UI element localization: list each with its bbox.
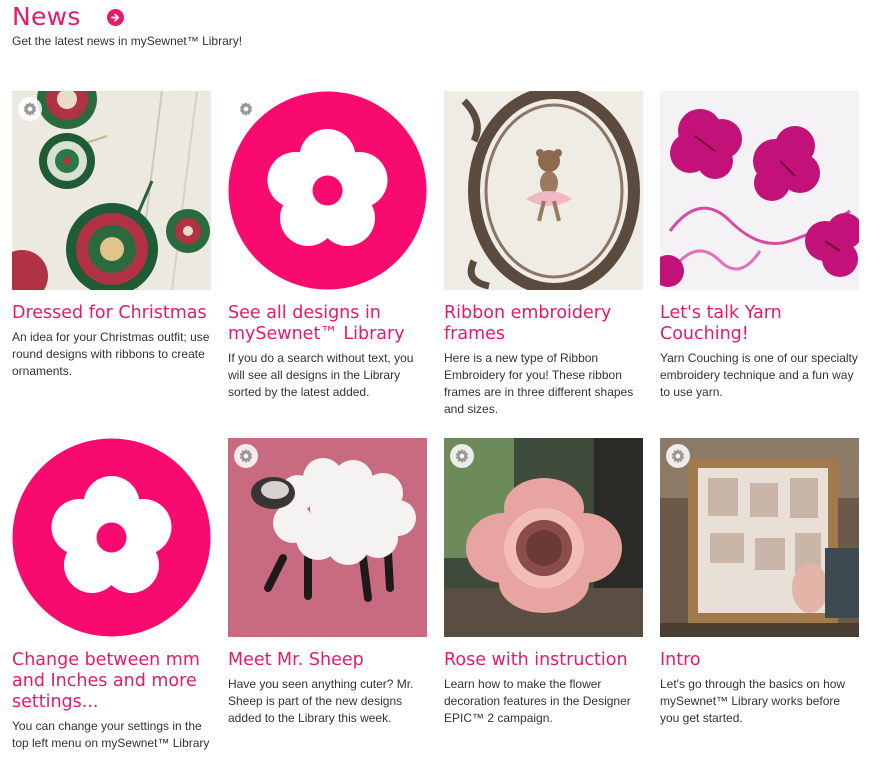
card-description: Here is a new type of Ribbon Embroidery … [444,351,634,416]
card-image-all-designs[interactable] [228,91,427,290]
news-card[interactable]: See all designs in mySewnet™ Library If … [228,91,427,401]
card-description: Have you seen anything cuter? Mr. Sheep … [228,677,414,725]
card-title[interactable]: Intro [660,650,859,671]
settings-gear-icon[interactable] [234,444,258,468]
card-image-settings[interactable] [12,438,211,637]
card-image-rose[interactable] [444,438,643,637]
card-image-intro[interactable] [660,438,859,637]
page-subtitle: Get the latest news in mySewnet™ Library… [12,34,243,48]
news-card[interactable]: Let's talk Yarn Couching! Yarn Couching … [660,91,859,401]
title-row: News [12,0,124,32]
card-image-yarn-couching[interactable] [660,91,859,290]
card-title[interactable]: Dressed for Christmas [12,303,211,324]
card-title[interactable]: Meet Mr. Sheep [228,650,427,671]
card-title[interactable]: See all designs in mySewnet™ Library [228,303,427,345]
news-card[interactable]: Dressed for Christmas An idea for your C… [12,91,211,380]
card-description: You can change your settings in the top … [12,719,210,750]
card-description: Learn how to make the flower decoration … [444,677,631,725]
settings-gear-icon[interactable] [450,444,474,468]
card-title[interactable]: Let's talk Yarn Couching! [660,303,859,345]
page-title: News [12,1,81,31]
card-description: If you do a search without text, you wil… [228,351,414,399]
news-card[interactable]: Ribbon embroidery frames Here is a new t… [444,91,643,418]
arrow-right-icon[interactable] [106,9,124,26]
card-image-christmas[interactable] [12,91,211,290]
settings-gear-icon[interactable] [666,444,690,468]
settings-gear-icon[interactable] [234,97,258,121]
card-description: An idea for your Christmas outfit; use r… [12,330,210,378]
card-title[interactable]: Change between mm and Inches and more se… [12,650,211,713]
news-card[interactable]: Meet Mr. Sheep Have you seen anything cu… [228,438,427,727]
settings-gear-icon[interactable] [18,97,42,121]
news-card[interactable]: Intro Let's go through the basics on how… [660,438,859,727]
card-title[interactable]: Ribbon embroidery frames [444,303,643,345]
card-image-mr-sheep[interactable] [228,438,427,637]
news-card[interactable]: Change between mm and Inches and more se… [12,438,211,752]
card-description: Yarn Couching is one of our specialty em… [660,351,858,399]
card-image-ribbon-frames[interactable] [444,91,643,290]
news-header: News [12,0,124,32]
card-title[interactable]: Rose with instruction [444,650,643,671]
news-card[interactable]: Rose with instruction Learn how to make … [444,438,643,727]
card-description: Let's go through the basics on how mySew… [660,677,846,725]
